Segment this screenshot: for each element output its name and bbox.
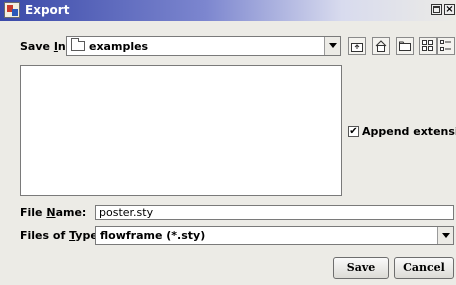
home-button[interactable] xyxy=(372,37,390,55)
file-type-label: Files of Type: xyxy=(20,229,103,242)
close-icon[interactable]: × xyxy=(444,4,455,15)
file-name-label: File Name: xyxy=(20,206,87,219)
append-extension-label: Append extension xyxy=(362,125,456,138)
chevron-down-icon[interactable] xyxy=(324,37,340,55)
window-title: Export xyxy=(25,3,70,17)
save-in-label: Save In: xyxy=(20,40,71,53)
file-type-value: flowframe (*.sty) xyxy=(100,229,206,242)
home-icon xyxy=(375,40,387,52)
list-view-button[interactable] xyxy=(419,37,437,55)
file-type-combo[interactable]: flowframe (*.sty) xyxy=(95,226,454,245)
details-view-icon xyxy=(440,40,451,51)
cancel-button[interactable]: Cancel xyxy=(394,257,454,279)
new-folder-icon xyxy=(399,41,411,51)
save-in-value: examples xyxy=(89,40,149,53)
file-list[interactable] xyxy=(20,65,342,196)
new-folder-button[interactable] xyxy=(396,37,414,55)
append-extension-checkbox[interactable]: ✔ xyxy=(348,126,359,137)
up-one-level-icon xyxy=(351,43,363,52)
title-bar[interactable]: Export × xyxy=(0,0,456,21)
app-icon xyxy=(4,2,20,18)
save-button[interactable]: Save xyxy=(333,257,389,279)
folder-icon xyxy=(71,38,85,51)
file-name-input[interactable]: poster.sty xyxy=(95,205,454,220)
maximize-icon[interactable] xyxy=(431,4,442,15)
up-one-level-button[interactable] xyxy=(348,37,366,55)
list-view-icon xyxy=(422,40,433,51)
details-view-button[interactable] xyxy=(437,37,455,55)
save-in-combo[interactable]: examples xyxy=(66,36,341,56)
chevron-down-icon[interactable] xyxy=(437,227,453,244)
